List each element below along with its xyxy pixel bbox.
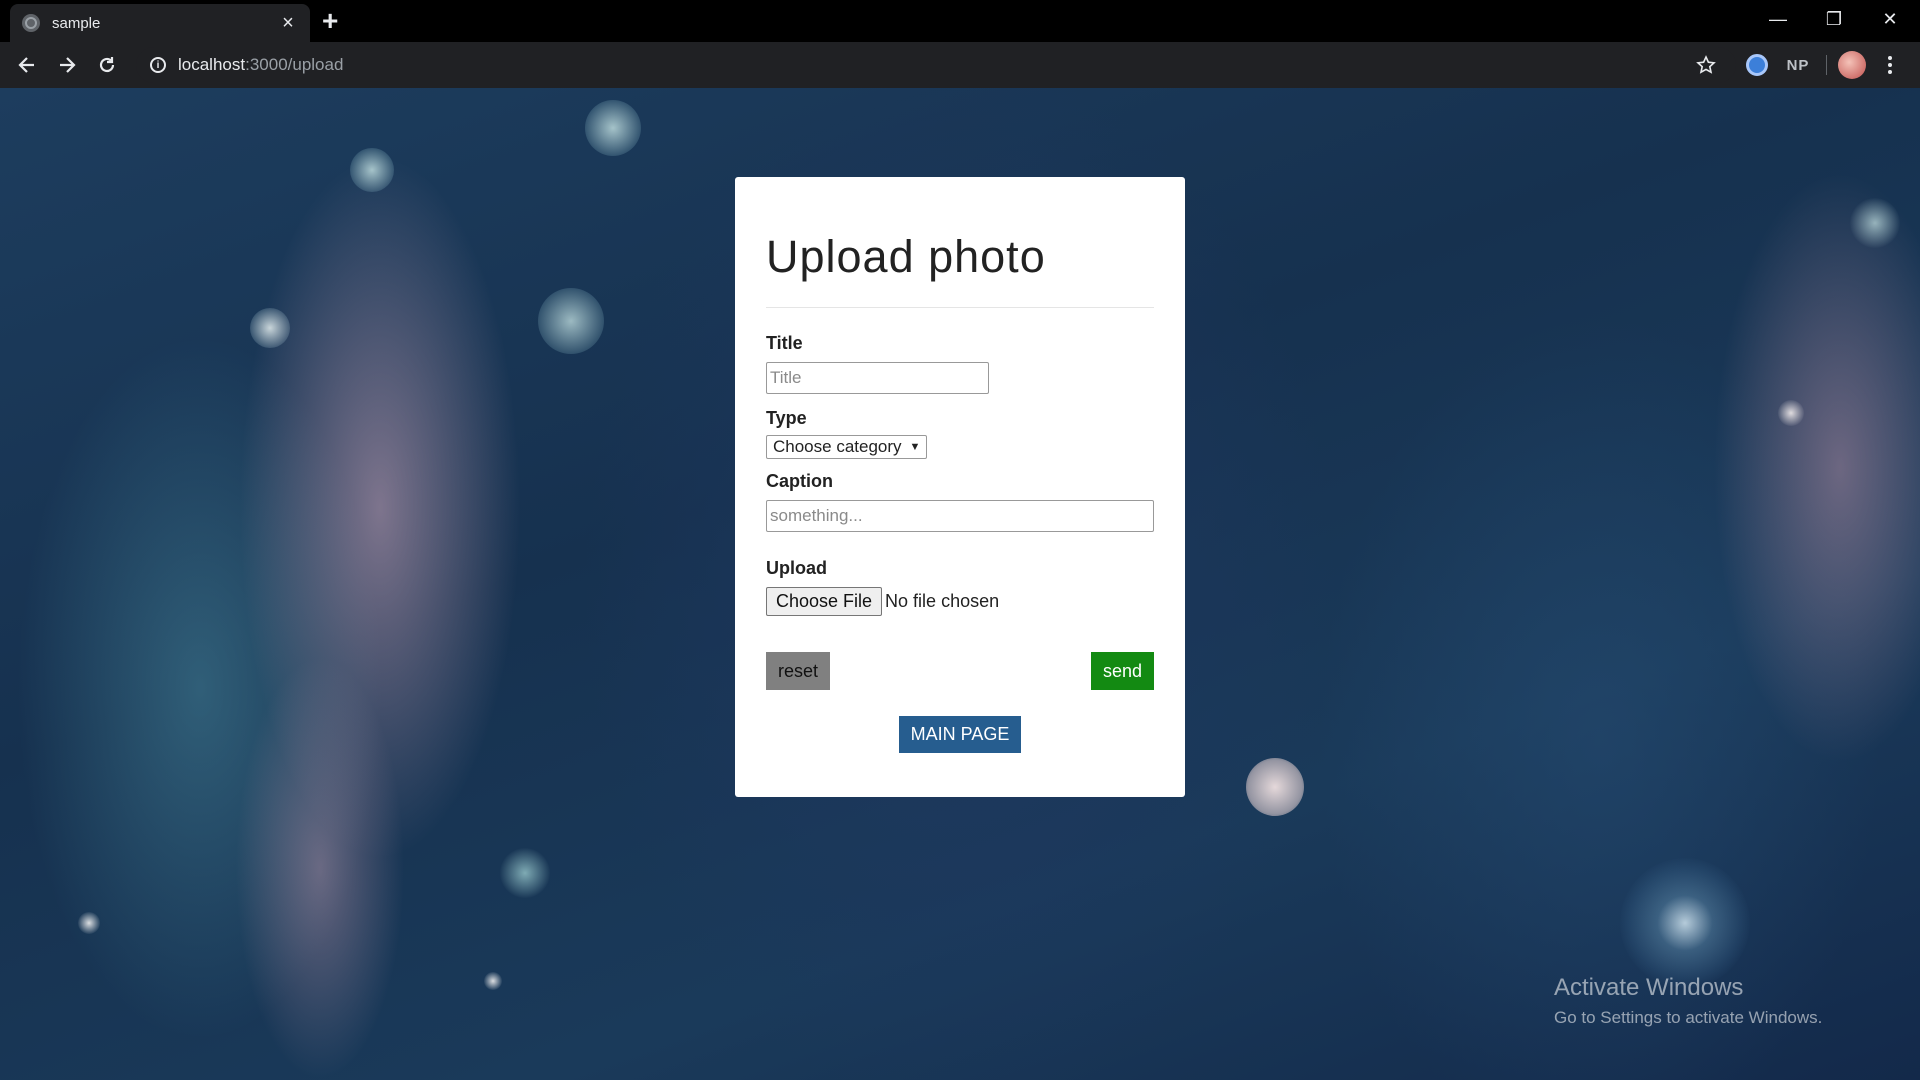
- extension-icon[interactable]: [1744, 52, 1770, 78]
- profile-avatar[interactable]: [1838, 51, 1866, 79]
- np-extension-icon[interactable]: NP: [1782, 52, 1814, 78]
- background-bokeh: [484, 972, 502, 990]
- form-actions: reset send: [766, 652, 1154, 690]
- background-bokeh: [1246, 758, 1304, 816]
- file-picker: Choose File No file chosen: [766, 587, 1154, 616]
- background-bokeh: [250, 308, 290, 348]
- background-bokeh: [78, 912, 100, 934]
- page-background: Upload photo Title Type Choose category …: [0, 88, 1920, 1080]
- background-bokeh: [350, 148, 394, 192]
- url-path: :3000/upload: [245, 55, 344, 74]
- close-tab-icon[interactable]: ×: [278, 13, 298, 33]
- globe-icon: [22, 14, 40, 32]
- background-bokeh: [1850, 198, 1900, 248]
- background-bokeh: [1778, 400, 1804, 426]
- title-divider: [766, 307, 1154, 308]
- background-bokeh: [1620, 858, 1750, 988]
- close-window-button[interactable]: ✕: [1862, 0, 1918, 38]
- background-bokeh: [585, 100, 641, 156]
- send-button[interactable]: send: [1090, 652, 1154, 690]
- restore-button[interactable]: ❐: [1806, 0, 1862, 38]
- new-tab-button[interactable]: +: [322, 7, 338, 35]
- activate-windows-watermark: Activate Windows Go to Settings to activ…: [1554, 974, 1822, 1028]
- reload-icon[interactable]: [92, 50, 122, 80]
- caption-label: Caption: [766, 471, 833, 491]
- reset-button[interactable]: reset: [766, 652, 831, 690]
- title-label: Title: [766, 333, 803, 353]
- upload-form-card: Upload photo Title Type Choose category …: [735, 177, 1185, 797]
- category-select[interactable]: Choose category ▼: [766, 435, 928, 459]
- background-bokeh: [538, 288, 604, 354]
- info-icon[interactable]: i: [150, 57, 166, 73]
- type-label: Type: [766, 408, 807, 428]
- url-host: localhost: [178, 55, 246, 74]
- browser-toolbar: i localhost :3000/upload NP: [0, 42, 1920, 88]
- star-icon[interactable]: [1693, 52, 1719, 78]
- file-status: No file chosen: [885, 591, 1000, 611]
- caption-input[interactable]: [766, 500, 1154, 532]
- background-bokeh: [500, 848, 550, 898]
- toolbar-divider: [1826, 55, 1827, 75]
- page-title: Upload photo: [766, 231, 1046, 282]
- choose-file-button[interactable]: Choose File: [766, 587, 883, 616]
- tab-title: sample: [52, 14, 101, 32]
- back-arrow-icon[interactable]: [12, 50, 42, 80]
- kebab-menu-icon[interactable]: [1880, 52, 1900, 78]
- address-bar[interactable]: i localhost :3000/upload: [136, 47, 1736, 83]
- title-input[interactable]: [766, 362, 989, 394]
- watermark-title: Activate Windows: [1554, 974, 1744, 1001]
- watermark-subtitle: Go to Settings to activate Windows.: [1554, 1008, 1823, 1027]
- upload-label: Upload: [766, 558, 827, 578]
- minimize-button[interactable]: —: [1750, 0, 1806, 38]
- main-page-button[interactable]: MAIN PAGE: [898, 716, 1022, 753]
- browser-tab[interactable]: sample ×: [10, 4, 310, 42]
- chevron-down-icon: ▼: [909, 441, 921, 453]
- forward-arrow-icon[interactable]: [52, 50, 82, 80]
- category-select-value: Choose category: [773, 437, 902, 456]
- tab-strip: sample × + — ❐ ✕: [0, 0, 1920, 42]
